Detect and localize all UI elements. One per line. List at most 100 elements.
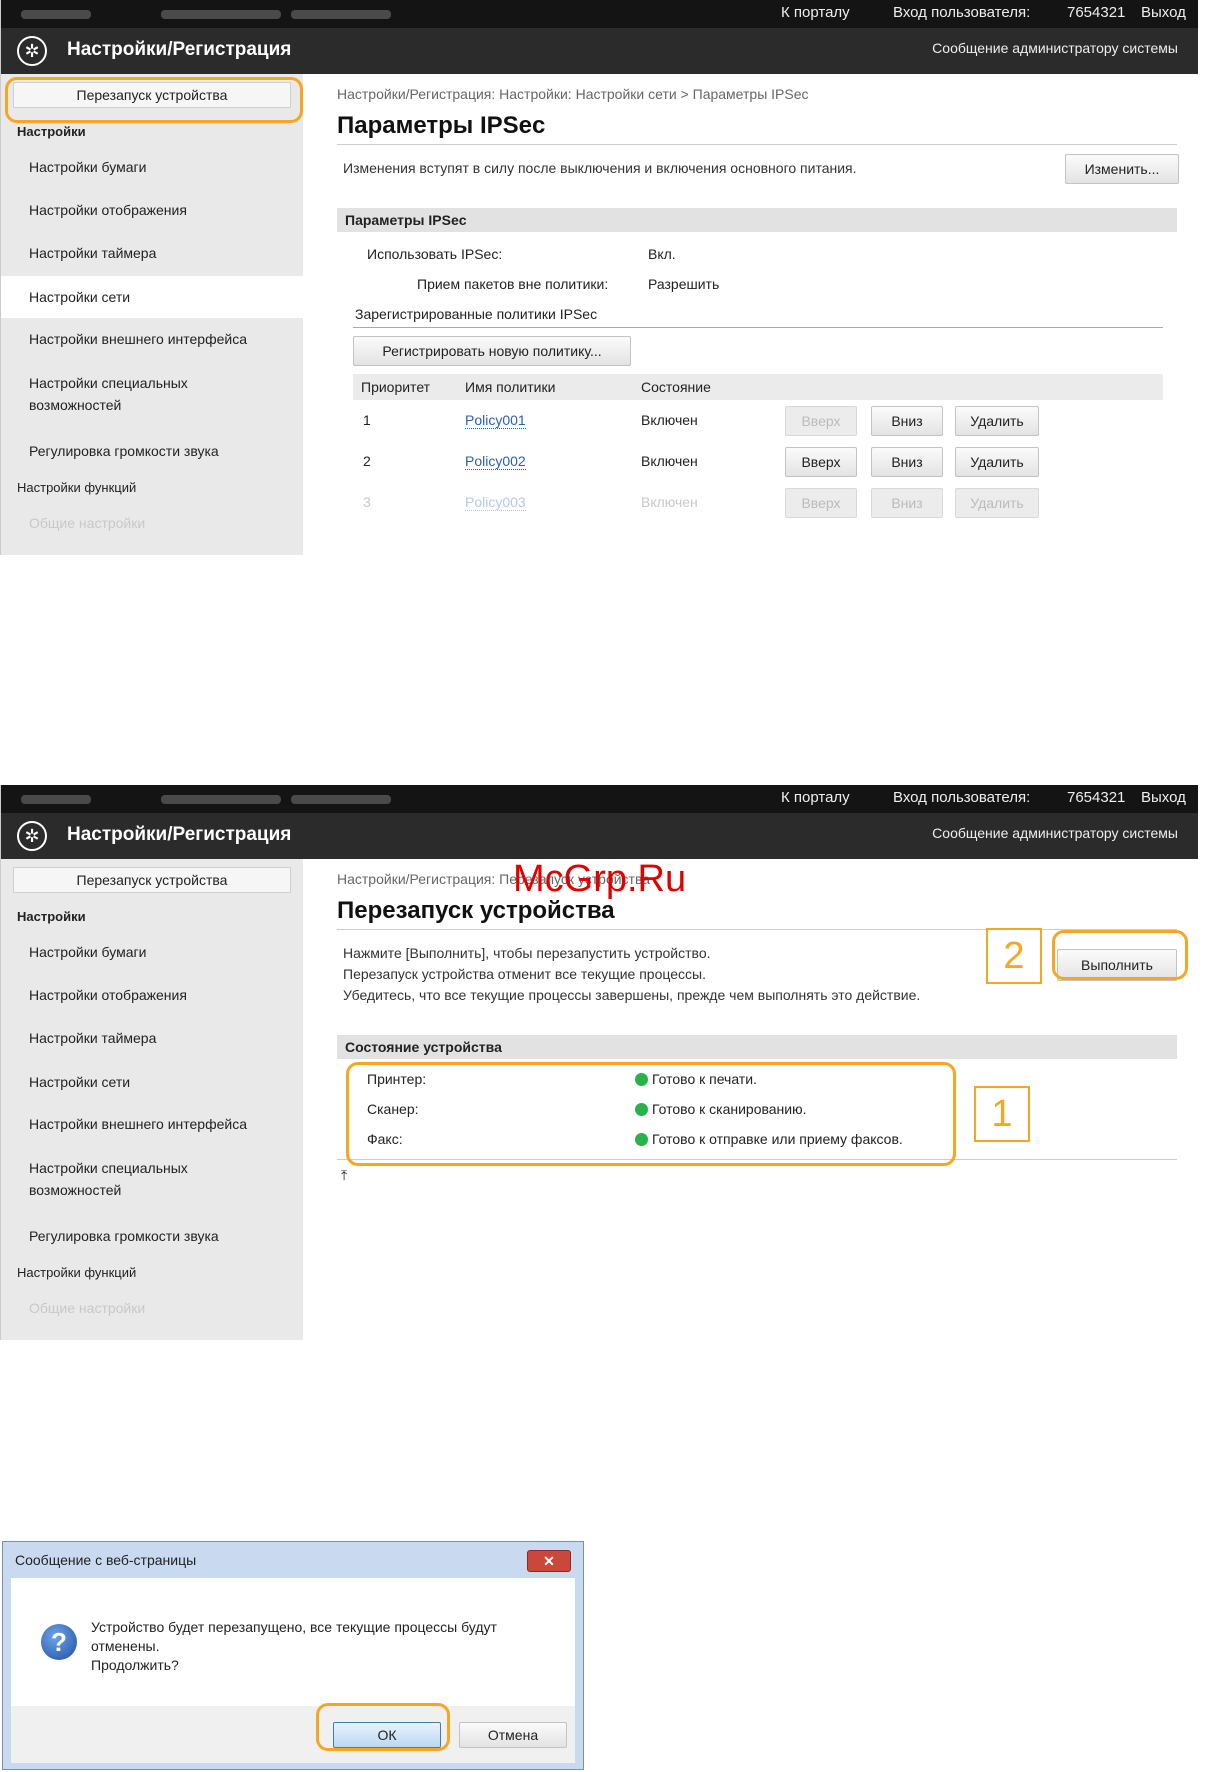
dialog-body: ? Устройство будет перезапущено, все тек…	[11, 1578, 575, 1763]
sidebar-item-external-interface[interactable]: Настройки внешнего интерфейса	[1, 328, 303, 350]
sidebar-item-volume[interactable]: Регулировка громкости звука	[1, 1225, 303, 1247]
dialog-message-line: Продолжить?	[91, 1657, 179, 1673]
dialog-message-line: отменены.	[91, 1638, 160, 1654]
blurred-text	[161, 795, 281, 804]
confirm-dialog: Сообщение с веб-страницы ✕ ? Устройство …	[2, 1541, 584, 1770]
device-status-header: Состояние устройства	[337, 1035, 1177, 1059]
sidebar-item-display[interactable]: Настройки отображения	[1, 984, 303, 1006]
delete-button[interactable]: Удалить	[955, 406, 1039, 436]
highlight-restart-link	[5, 77, 303, 123]
canon-logo-icon: ✲	[17, 36, 47, 66]
column-state: Состояние	[641, 379, 711, 395]
delete-button[interactable]: Удалить	[955, 447, 1039, 477]
dialog-footer: ОК Отмена	[11, 1706, 575, 1763]
sidebar-item-network[interactable]: Настройки сети	[1, 276, 303, 318]
sidebar-item-external-interface[interactable]: Настройки внешнего интерфейса	[1, 1113, 303, 1135]
sidebar: Перезапуск устройства Настройки Настройк…	[1, 859, 303, 1340]
sidebar-item-general[interactable]: Общие настройки	[1, 1297, 303, 1319]
dialog-message-line: Устройство будет перезапущено, все текущ…	[91, 1619, 497, 1635]
restart-note: Изменения вступят в силу после выключени…	[343, 160, 857, 176]
blurred-text	[161, 10, 281, 19]
blurred-text	[291, 10, 391, 19]
dialog-message: Устройство будет перезапущено, все текущ…	[91, 1618, 497, 1675]
sidebar-item-paper[interactable]: Настройки бумаги	[1, 941, 303, 963]
down-button[interactable]: Вниз	[871, 488, 943, 518]
main-panel: Настройки/Регистрация: Настройки: Настро…	[303, 74, 1198, 555]
blurred-text	[21, 795, 91, 804]
row-priority: 2	[363, 453, 371, 469]
top-bar: К порталу Вход пользователя: 7654321 Вых…	[1, 785, 1198, 813]
ipsec-section-header: Параметры IPSec	[337, 208, 1177, 232]
policy-link[interactable]: Policy001	[465, 412, 526, 429]
admin-message-link[interactable]: Сообщение администратору системы	[932, 825, 1178, 841]
highlight-ok-button	[316, 1703, 450, 1751]
sidebar-item-display[interactable]: Настройки отображения	[1, 199, 303, 221]
blurred-text	[21, 10, 91, 19]
title-bar: ✲ Настройки/Регистрация Сообщение админи…	[1, 813, 1198, 859]
up-button[interactable]: Вверх	[785, 406, 857, 436]
admin-message-link[interactable]: Сообщение администратору системы	[932, 40, 1178, 56]
register-policy-button[interactable]: Регистрировать новую политику...	[353, 336, 631, 366]
sidebar: Перезапуск устройства Настройки Настройк…	[1, 74, 303, 555]
sidebar-item-network[interactable]: Настройки сети	[1, 1071, 303, 1093]
use-ipsec-label: Использовать IPSec:	[367, 246, 503, 262]
edit-button[interactable]: Изменить...	[1065, 154, 1179, 184]
sidebar-settings-header: Настройки	[17, 124, 86, 139]
sidebar-item-general[interactable]: Общие настройки	[1, 512, 303, 534]
sidebar-item-volume[interactable]: Регулировка громкости звука	[1, 440, 303, 462]
policy-link[interactable]: Policy002	[465, 453, 526, 470]
login-label: Вход пользователя:	[893, 789, 1031, 806]
sidebar-item-paper[interactable]: Настройки бумаги	[1, 156, 303, 178]
sidebar-item-accessibility[interactable]: Настройки специальных возможностей	[1, 372, 241, 416]
receive-packets-value: Разрешить	[648, 276, 720, 292]
page-title: Перезапуск устройства	[337, 897, 615, 924]
breadcrumb: Настройки/Регистрация: Настройки: Настро…	[337, 86, 809, 102]
delete-button[interactable]: Удалить	[955, 488, 1039, 518]
blurred-text	[291, 795, 391, 804]
sidebar-settings-header: Настройки	[17, 909, 86, 924]
portal-link[interactable]: К порталу	[781, 4, 850, 21]
restart-device-button[interactable]: Перезапуск устройства	[13, 867, 291, 893]
row-priority: 3	[363, 494, 371, 510]
top-bar: К порталу Вход пользователя: 7654321 Вых…	[1, 0, 1198, 28]
highlight-device-status	[346, 1062, 956, 1166]
close-icon[interactable]: ✕	[527, 1550, 571, 1572]
page-title: Параметры IPSec	[337, 112, 546, 139]
scroll-top-icon[interactable]: ⤒	[341, 1167, 347, 1184]
cancel-button[interactable]: Отмена	[459, 1722, 567, 1748]
policies-header: Зарегистрированные политики IPSec	[355, 306, 598, 322]
policy-link[interactable]: Policy003	[465, 494, 526, 511]
divider	[353, 327, 1163, 328]
app-title: Настройки/Регистрация	[67, 39, 292, 60]
login-user: 7654321	[1067, 789, 1126, 806]
callout-2: 2	[986, 928, 1042, 984]
row-state: Включен	[641, 494, 698, 510]
down-button[interactable]: Вниз	[871, 447, 943, 477]
divider	[337, 929, 1177, 930]
instruction-line: Перезапуск устройства отменит все текущи…	[343, 966, 706, 982]
instruction-line: Убедитесь, что все текущие процессы заве…	[343, 987, 921, 1003]
down-button[interactable]: Вниз	[871, 406, 943, 436]
watermark: McGrp.Ru	[513, 858, 687, 900]
login-user: 7654321	[1067, 4, 1126, 21]
app-title: Настройки/Регистрация	[67, 824, 292, 845]
column-policy-name: Имя политики	[465, 379, 556, 395]
login-label: Вход пользователя:	[893, 4, 1031, 21]
receive-packets-label: Прием пакетов вне политики:	[417, 276, 609, 292]
column-priority: Приоритет	[361, 379, 431, 395]
sidebar-item-timer[interactable]: Настройки таймера	[1, 1027, 303, 1049]
question-icon: ?	[41, 1624, 77, 1660]
callout-1: 1	[974, 1086, 1030, 1142]
sidebar-functions-header: Настройки функций	[17, 480, 137, 495]
logout-link[interactable]: Выход	[1141, 789, 1186, 806]
dialog-title: Сообщение с веб-страницы	[15, 1552, 197, 1568]
up-button[interactable]: Вверх	[785, 488, 857, 518]
sidebar-item-timer[interactable]: Настройки таймера	[1, 242, 303, 264]
portal-link[interactable]: К порталу	[781, 789, 850, 806]
sidebar-item-accessibility[interactable]: Настройки специальных возможностей	[1, 1157, 241, 1201]
instruction-line: Нажмите [Выполнить], чтобы перезапустить…	[343, 945, 711, 961]
policy-table-header: Приоритет Имя политики Состояние	[353, 374, 1163, 400]
row-state: Включен	[641, 453, 698, 469]
logout-link[interactable]: Выход	[1141, 4, 1186, 21]
up-button[interactable]: Вверх	[785, 447, 857, 477]
